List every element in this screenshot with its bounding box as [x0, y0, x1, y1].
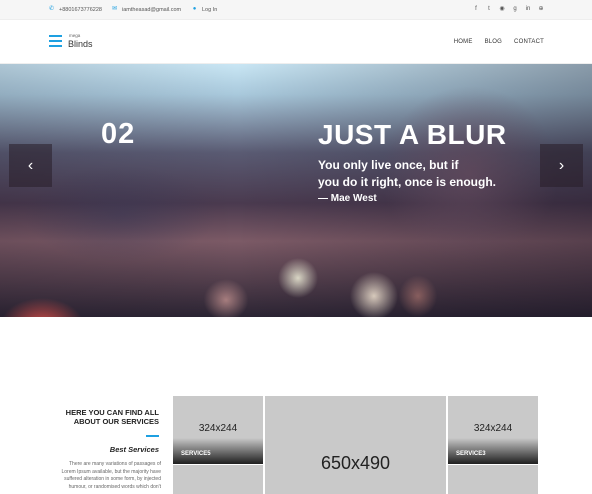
phone-icon: ✆	[48, 6, 55, 12]
slide-quote: You only live once, but if you do it rig…	[318, 157, 533, 191]
tile-service-label: SERVICE5	[181, 451, 211, 457]
dribbble-icon[interactable]: ⊕	[538, 6, 544, 13]
slider-prev-button[interactable]: ‹	[9, 144, 52, 187]
social-links: f t ◉ g in ⊕	[473, 6, 544, 13]
services-heading-line-1: HERE YOU CAN FIND ALL	[65, 408, 159, 417]
top-bar: ✆ +8801673776228 ✉ iamtheasad@gmail.com …	[0, 0, 592, 20]
email-contact[interactable]: ✉ iamtheasad@gmail.com	[111, 6, 181, 13]
slider-next-button[interactable]: ›	[540, 144, 583, 187]
main-nav: HOME BLOG CONTACT	[454, 39, 544, 45]
desc-line-3: suffered alteration in some form, by inj…	[64, 476, 161, 482]
tile-size-label: 650x490	[320, 453, 391, 473]
tile-size-label: 324x244	[473, 423, 513, 434]
logo-icon[interactable]	[49, 35, 62, 47]
tile-service-label: SERVICE3	[456, 451, 486, 457]
services-subheading: Best Services	[109, 445, 159, 454]
logo-name[interactable]: Blinds	[68, 39, 93, 49]
desc-line-2: Lorem Ipsum available, but the majority …	[61, 468, 162, 475]
service-tile-5[interactable]	[448, 465, 538, 494]
envelope-icon: ✉	[111, 6, 118, 12]
nav-blog[interactable]: BLOG	[485, 39, 502, 45]
desc-line-1: There are many variations of passages of	[69, 461, 161, 467]
chevron-right-icon: ›	[558, 157, 565, 174]
service-tile-3[interactable]: 324x244 SERVICE3	[448, 396, 538, 464]
service-tile-1[interactable]: 324x244 SERVICE5	[173, 396, 263, 464]
twitter-icon[interactable]: t	[486, 6, 492, 13]
desc-line-4: humour, or randomised words which don't	[68, 483, 161, 490]
tile-size-label: 324x244	[198, 423, 238, 434]
nav-contact[interactable]: CONTACT	[514, 39, 544, 45]
facebook-icon[interactable]: f	[473, 6, 479, 13]
quote-line-1: You only live once, but if	[318, 158, 459, 172]
heading-divider	[146, 435, 159, 437]
services-heading: HERE YOU CAN FIND ALL ABOUT OUR SERVICES	[57, 408, 159, 426]
slide-title: JUST A BLUR	[318, 119, 507, 150]
linkedin-icon[interactable]: in	[525, 6, 531, 13]
rss-icon[interactable]: ◉	[499, 6, 505, 13]
services-description: There are many variations of passages of…	[51, 461, 162, 491]
phone-number: +8801673776228	[59, 6, 102, 13]
user-icon: ●	[192, 6, 197, 12]
phone-contact[interactable]: ✆ +8801673776228	[48, 6, 102, 13]
services-heading-line-2: ABOUT OUR SERVICES	[73, 417, 159, 426]
login-label: Log In	[202, 6, 218, 13]
quote-author: — Mae West	[318, 193, 377, 204]
service-tile-2[interactable]: 650x490	[265, 396, 446, 494]
chevron-left-icon: ‹	[27, 157, 34, 174]
service-tile-4[interactable]	[173, 465, 263, 494]
quote-line-2: you do it right, once is enough.	[318, 175, 496, 189]
slide-number: 02	[101, 118, 136, 150]
google-plus-icon[interactable]: g	[512, 6, 518, 13]
login-link[interactable]: ● Log In	[191, 6, 218, 13]
logo-tagline: mega	[69, 33, 81, 38]
email-address: iamtheasad@gmail.com	[122, 6, 182, 13]
nav-home[interactable]: HOME	[454, 39, 473, 45]
